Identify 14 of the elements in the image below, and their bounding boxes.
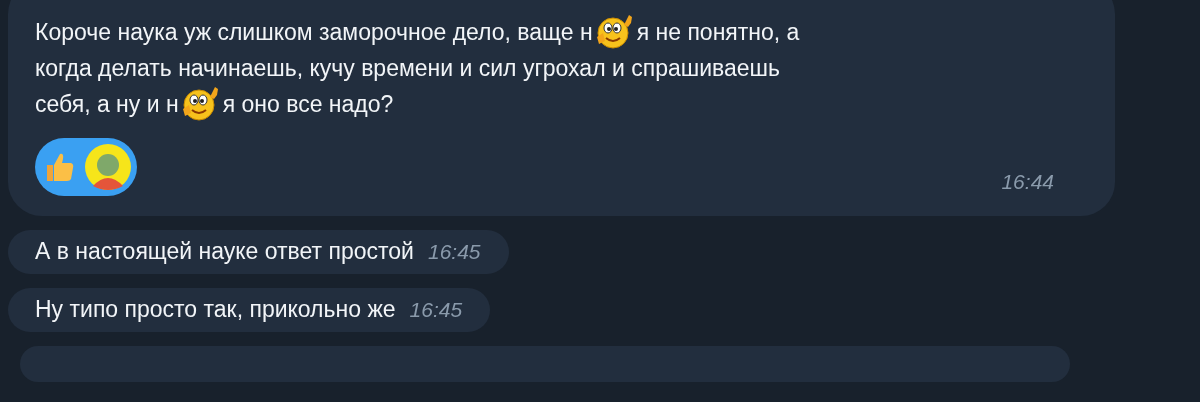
message-text: я не понятно, а (636, 18, 800, 46)
message-text: Ну типо просто так, прикольно же (35, 296, 396, 324)
message-time: 16:44 (1001, 170, 1054, 193)
message-text: Короче наука уж слишком заморочное дело, ваще н (35, 18, 593, 46)
avatar-icon (85, 144, 131, 190)
message-text: когда делать начинаешь, кучу времени и сил угрохал и спрашиваешь (35, 54, 780, 82)
smiley-emoji-icon (180, 85, 221, 123)
message-text: себя, а ну и н (35, 90, 179, 118)
message-time: 16:45 (409, 297, 463, 322)
message-text: я оно все надо? (222, 90, 394, 118)
smiley-emoji-icon (594, 13, 635, 51)
message-text: А в настоящей науке ответ простой (35, 238, 414, 266)
reactions-pill[interactable] (35, 138, 137, 196)
message-time: 16:45 (428, 239, 481, 264)
